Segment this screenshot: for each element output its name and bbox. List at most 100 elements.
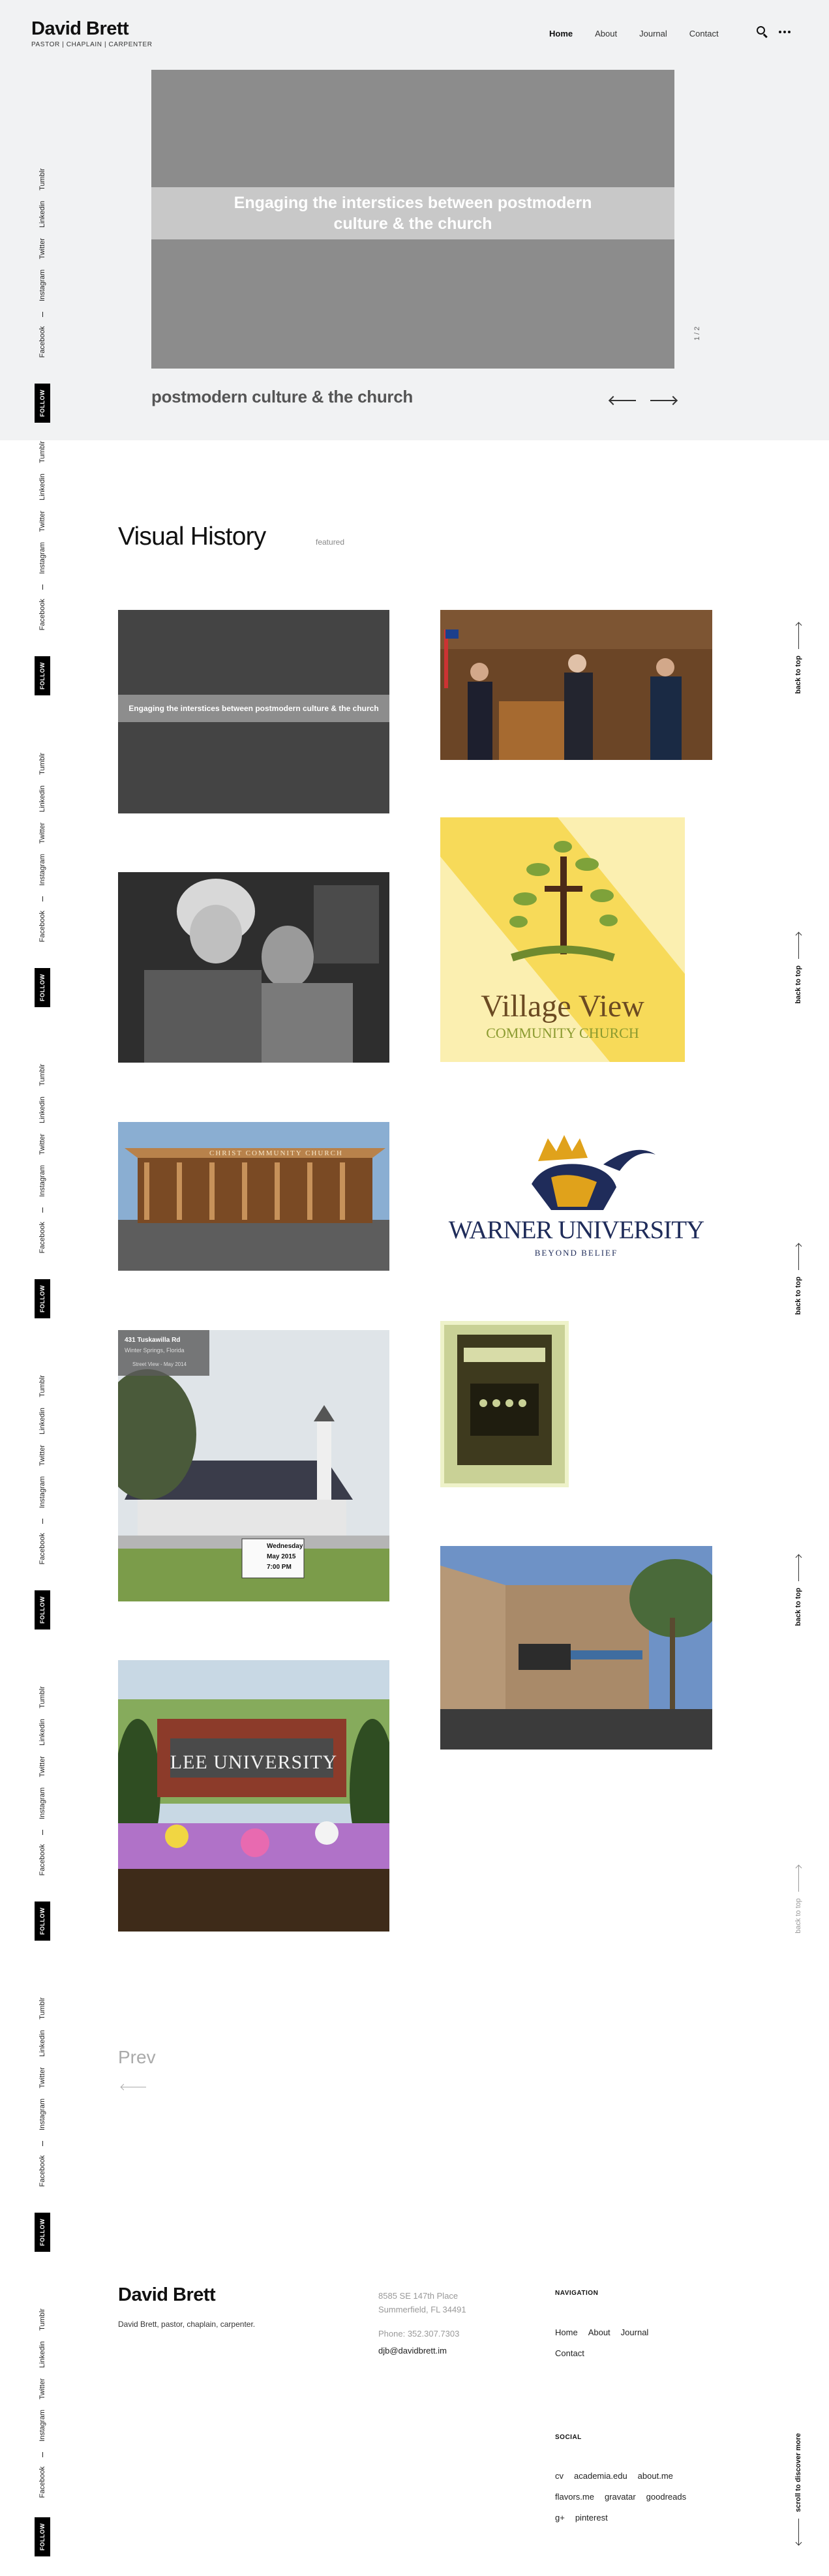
social-twitter[interactable]: Twitter <box>38 2067 46 2088</box>
social-instagram[interactable]: Instagram <box>38 1165 46 1197</box>
footer-social-gravatar[interactable]: gravatar <box>605 2492 636 2502</box>
social-facebook[interactable]: Facebook <box>38 911 46 942</box>
social-twitter[interactable]: Twitter <box>38 1756 46 1777</box>
scroll-to-discover[interactable]: scroll to discover more <box>793 2433 804 2545</box>
site-logo[interactable]: David Brett PASTOR | CHAPLAIN | CARPENTE… <box>31 18 153 48</box>
gallery-tile-podium-photo[interactable] <box>440 610 712 760</box>
social-linkedin[interactable]: Linkedin <box>38 2341 46 2368</box>
hero-slide[interactable]: Engaging the interstices between postmod… <box>151 70 674 369</box>
footer-social-aboutme[interactable]: about.me <box>638 2471 673 2481</box>
social-linkedin[interactable]: Linkedin <box>38 201 46 228</box>
social-linkedin[interactable]: Linkedin <box>38 785 46 812</box>
gallery-tile-street-view-photo[interactable]: 431 Tuskawilla Rd Winter Springs, Florid… <box>118 1330 389 1601</box>
social-tumblr[interactable]: Tumblr <box>38 2309 46 2331</box>
hero-caption[interactable]: postmodern culture & the church <box>151 387 413 407</box>
social-instagram[interactable]: Instagram <box>38 1476 46 1508</box>
street-view-image <box>118 1330 389 1601</box>
social-twitter[interactable]: Twitter <box>38 823 46 843</box>
footer-name: David Brett <box>118 2284 216 2305</box>
follow-button[interactable]: FOLLOW <box>35 384 50 423</box>
back-to-top[interactable]: back to top <box>793 933 804 1004</box>
gallery-tile-typewriter-photo[interactable] <box>440 1321 569 1487</box>
follow-button[interactable]: FOLLOW <box>35 656 50 695</box>
footer-email[interactable]: djb@davidbrett.im <box>378 2346 447 2356</box>
footer-nav-home[interactable]: Home <box>555 2327 578 2338</box>
follow-button[interactable]: FOLLOW <box>35 1902 50 1941</box>
social-linkedin[interactable]: Linkedin <box>38 2030 46 2057</box>
down-arrow-icon <box>798 2519 799 2545</box>
footer-nav-contact[interactable]: Contact <box>555 2348 584 2359</box>
social-facebook[interactable]: Facebook <box>38 1844 46 1875</box>
social-tumblr[interactable]: Tumblr <box>38 1686 46 1708</box>
social-linkedin[interactable]: Linkedin <box>38 1719 46 1746</box>
nav-journal[interactable]: Journal <box>639 29 667 39</box>
gallery-tile-warner-logo[interactable]: WARNER UNIVERSITY BEYOND BELIEF <box>440 1122 712 1271</box>
gallery-tile-lee-university-photo[interactable]: LEE UNIVERSITY <box>118 1660 389 1932</box>
social-instagram[interactable]: Instagram <box>38 2099 46 2130</box>
footer-social-pinterest[interactable]: pinterest <box>575 2513 608 2523</box>
gallery-tile-slide[interactable]: Engaging the interstices between postmod… <box>118 610 389 813</box>
social-facebook[interactable]: Facebook <box>38 2466 46 2498</box>
social-facebook[interactable]: Facebook <box>38 599 46 630</box>
social-facebook[interactable]: Facebook <box>38 1222 46 1253</box>
follow-button[interactable]: FOLLOW <box>35 2517 50 2556</box>
footer-social-academia[interactable]: academia.edu <box>574 2471 627 2481</box>
back-to-top[interactable]: back to top <box>793 1555 804 1626</box>
back-to-top[interactable]: back to top <box>793 1866 804 1933</box>
social-divider <box>42 2452 43 2458</box>
footer-nav-about[interactable]: About <box>588 2327 610 2338</box>
footer-nav-journal[interactable]: Journal <box>621 2327 649 2338</box>
social-twitter[interactable]: Twitter <box>38 1134 46 1155</box>
social-instagram[interactable]: Instagram <box>38 269 46 301</box>
street-view-address: 431 Tuskawilla Rd <box>125 1337 181 1344</box>
prev-page-link[interactable]: Prev <box>118 2047 156 2068</box>
search-icon[interactable] <box>757 26 768 38</box>
social-tumblr[interactable]: Tumblr <box>38 1997 46 2020</box>
nav-home[interactable]: Home <box>549 29 573 39</box>
social-instagram[interactable]: Instagram <box>38 2410 46 2442</box>
gallery-filter[interactable]: featured <box>316 538 344 547</box>
social-linkedin[interactable]: Linkedin <box>38 1097 46 1123</box>
social-instagram[interactable]: Instagram <box>38 1787 46 1819</box>
gallery-tile-church-building-photo[interactable]: CHRIST COMMUNITY CHURCH <box>118 1122 389 1271</box>
footer-social-goodreads[interactable]: goodreads <box>646 2492 686 2502</box>
social-instagram[interactable]: Instagram <box>38 542 46 574</box>
social-twitter[interactable]: Twitter <box>38 1445 46 1466</box>
social-tumblr[interactable]: Tumblr <box>38 168 46 190</box>
social-linkedin[interactable]: Linkedin <box>38 1408 46 1434</box>
social-tumblr[interactable]: Tumblr <box>38 1375 46 1397</box>
back-to-top[interactable]: back to top <box>793 623 804 694</box>
footer-social-gplus[interactable]: g+ <box>555 2513 565 2523</box>
social-tumblr[interactable]: Tumblr <box>38 1064 46 1086</box>
follow-button[interactable]: FOLLOW <box>35 1590 50 1629</box>
social-linkedin[interactable]: Linkedin <box>38 474 46 500</box>
slide-prev-arrow-icon[interactable] <box>610 400 636 401</box>
more-dots-icon[interactable] <box>779 26 791 38</box>
footer-social-cv[interactable]: cv <box>555 2471 564 2481</box>
church-building-sign: CHRIST COMMUNITY CHURCH <box>209 1149 343 1157</box>
follow-button[interactable]: FOLLOW <box>35 1279 50 1318</box>
social-twitter[interactable]: Twitter <box>38 2378 46 2399</box>
footer-address: 8585 SE 147th Place Summerfield, FL 3449… <box>378 2289 466 2316</box>
back-to-top[interactable]: back to top <box>793 1244 804 1315</box>
typewriter-image <box>444 1325 565 1483</box>
gallery-tile-village-view-logo[interactable]: Village View COMMUNITY CHURCH <box>440 817 685 1062</box>
site-title[interactable]: David Brett <box>31 18 153 39</box>
nav-about[interactable]: About <box>595 29 617 39</box>
slide-next-arrow-icon[interactable] <box>650 400 676 401</box>
follow-button[interactable]: FOLLOW <box>35 2213 50 2252</box>
social-facebook[interactable]: Facebook <box>38 326 46 357</box>
social-facebook[interactable]: Facebook <box>38 2155 46 2187</box>
nav-contact[interactable]: Contact <box>689 29 719 39</box>
gallery-tile-embrace-photo[interactable] <box>118 872 389 1063</box>
social-twitter[interactable]: Twitter <box>38 511 46 532</box>
footer-social-heading: SOCIAL <box>555 2434 582 2441</box>
follow-button[interactable]: FOLLOW <box>35 968 50 1007</box>
social-twitter[interactable]: Twitter <box>38 238 46 259</box>
social-instagram[interactable]: Instagram <box>38 854 46 886</box>
social-tumblr[interactable]: Tumblr <box>38 753 46 775</box>
social-tumblr[interactable]: Tumblr <box>38 441 46 463</box>
social-facebook[interactable]: Facebook <box>38 1533 46 1564</box>
gallery-tile-shopping-center-photo[interactable] <box>440 1546 712 1750</box>
footer-social-flavorsme[interactable]: flavors.me <box>555 2492 594 2502</box>
